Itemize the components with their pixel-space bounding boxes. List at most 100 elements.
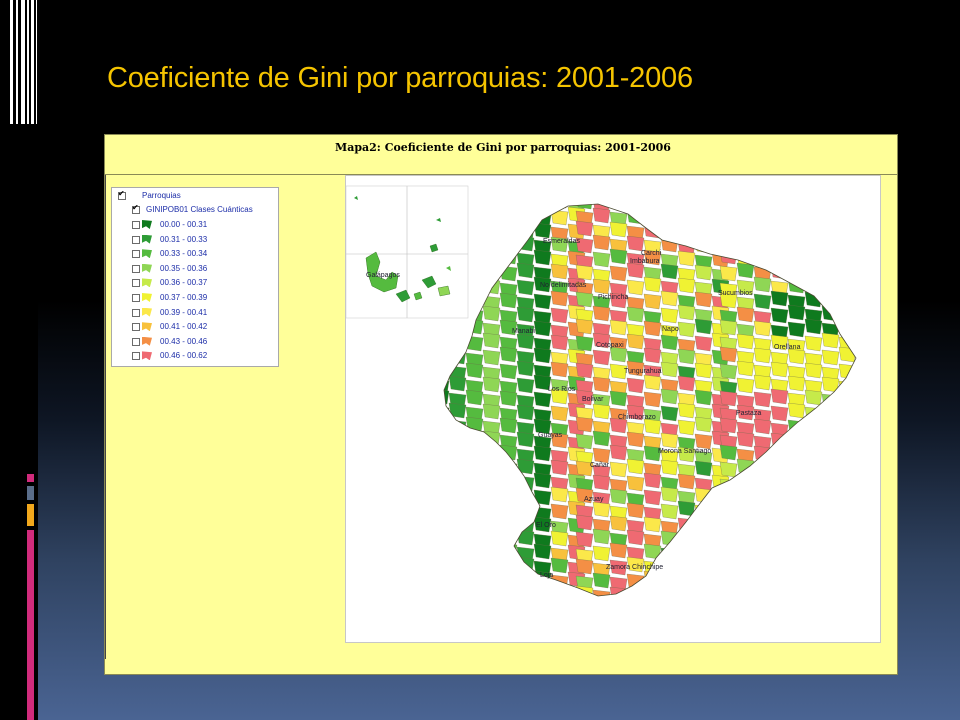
parish-polygon[interactable] <box>448 419 467 436</box>
parish-polygon[interactable] <box>838 248 856 265</box>
parish-polygon[interactable] <box>855 262 873 279</box>
parish-polygon[interactable] <box>677 206 696 223</box>
parish-polygon[interactable] <box>448 561 467 578</box>
parish-polygon[interactable] <box>804 389 823 406</box>
parish-polygon[interactable] <box>466 603 483 618</box>
parish-polygon[interactable] <box>787 517 806 534</box>
parish-polygon[interactable] <box>694 318 713 335</box>
parish-polygon[interactable] <box>694 558 713 575</box>
parish-polygon[interactable] <box>711 198 730 214</box>
parish-polygon[interactable] <box>770 226 789 243</box>
parish-polygon[interactable] <box>533 347 552 364</box>
parish-polygon[interactable] <box>643 276 662 293</box>
parish-polygon[interactable] <box>626 458 645 475</box>
parish-polygon[interactable] <box>432 334 450 351</box>
parish-polygon[interactable] <box>482 447 501 464</box>
parish-polygon[interactable] <box>660 388 679 405</box>
parish-polygon[interactable] <box>694 291 713 308</box>
parish-polygon[interactable] <box>465 575 484 592</box>
parish-polygon[interactable] <box>643 489 662 506</box>
parish-polygon[interactable] <box>609 221 628 238</box>
parish-polygon[interactable] <box>533 293 552 310</box>
parish-polygon[interactable] <box>711 234 730 251</box>
parish-polygon[interactable] <box>770 290 789 307</box>
parish-polygon[interactable] <box>736 546 755 563</box>
parish-polygon[interactable] <box>838 542 856 559</box>
parish-polygon[interactable] <box>448 446 467 463</box>
parish-polygon[interactable] <box>787 304 806 321</box>
parish-polygon[interactable] <box>821 251 840 268</box>
parish-polygon[interactable] <box>482 403 501 420</box>
parish-polygon[interactable] <box>660 209 679 226</box>
parish-polygon[interactable] <box>855 556 873 573</box>
parish-polygon[interactable] <box>567 588 586 604</box>
parish-polygon[interactable] <box>677 197 696 213</box>
parish-polygon[interactable] <box>550 584 569 600</box>
parish-polygon[interactable] <box>626 235 645 252</box>
parish-polygon[interactable] <box>736 519 755 536</box>
parish-polygon[interactable] <box>770 574 789 591</box>
parish-polygon[interactable] <box>753 249 772 266</box>
parish-polygon[interactable] <box>838 363 856 380</box>
parish-polygon[interactable] <box>516 306 535 323</box>
parish-polygon[interactable] <box>804 531 823 548</box>
parish-polygon[interactable] <box>499 576 518 593</box>
parish-polygon[interactable] <box>855 323 873 340</box>
parish-polygon[interactable] <box>838 282 856 299</box>
parish-polygon[interactable] <box>610 604 627 619</box>
parish-polygon[interactable] <box>838 488 856 505</box>
parish-polygon[interactable] <box>770 503 789 520</box>
parish-polygon[interactable] <box>482 332 501 349</box>
parish-polygon[interactable] <box>770 449 789 466</box>
parish-polygon[interactable] <box>787 419 806 436</box>
parish-polygon[interactable] <box>592 528 611 545</box>
parish-polygon[interactable] <box>499 444 518 461</box>
parish-polygon[interactable] <box>592 545 611 562</box>
parish-polygon[interactable] <box>694 487 713 504</box>
parish-polygon[interactable] <box>465 558 484 575</box>
parish-polygon[interactable] <box>592 234 611 251</box>
parish-polygon[interactable] <box>465 514 484 531</box>
parish-polygon[interactable] <box>482 305 501 322</box>
parish-polygon[interactable] <box>694 460 713 477</box>
parish-polygon[interactable] <box>804 362 823 379</box>
parish-polygon[interactable] <box>804 194 823 210</box>
parish-polygon[interactable] <box>660 405 679 422</box>
parish-polygon[interactable] <box>643 391 662 408</box>
parish-polygon[interactable] <box>736 529 755 546</box>
parish-polygon[interactable] <box>432 193 450 209</box>
parish-polygon[interactable] <box>787 500 806 517</box>
parish-polygon[interactable] <box>448 321 467 338</box>
parish-polygon[interactable] <box>482 376 501 393</box>
parish-polygon[interactable] <box>805 603 822 618</box>
parish-polygon[interactable] <box>736 333 755 350</box>
parish-polygon[interactable] <box>643 320 662 337</box>
parish-polygon[interactable] <box>736 235 755 252</box>
parish-polygon[interactable] <box>719 363 738 380</box>
parish-polygon[interactable] <box>753 445 772 462</box>
parish-polygon[interactable] <box>499 461 518 478</box>
parish-polygon[interactable] <box>643 347 662 364</box>
parish-polygon[interactable] <box>753 506 772 523</box>
parish-polygon[interactable] <box>787 473 806 490</box>
parish-polygon[interactable] <box>719 444 738 461</box>
parish-polygon[interactable] <box>626 306 645 323</box>
parish-polygon[interactable] <box>855 350 873 367</box>
parish-polygon[interactable] <box>719 195 738 211</box>
parish-polygon[interactable] <box>432 422 450 439</box>
parish-polygon[interactable] <box>626 279 645 296</box>
parish-polygon[interactable] <box>432 405 450 422</box>
parish-polygon[interactable] <box>787 267 806 284</box>
parish-polygon[interactable] <box>753 239 772 256</box>
parish-polygon[interactable] <box>660 226 679 243</box>
parish-polygon[interactable] <box>711 491 730 508</box>
parish-polygon[interactable] <box>448 375 467 392</box>
parish-polygon[interactable] <box>575 220 594 237</box>
parish-polygon[interactable] <box>719 346 738 363</box>
parish-polygon[interactable] <box>592 430 611 447</box>
parish-polygon[interactable] <box>787 436 806 453</box>
parish-polygon[interactable] <box>465 220 484 237</box>
parish-polygon[interactable] <box>576 603 593 618</box>
parish-polygon[interactable] <box>821 234 840 251</box>
parish-polygon[interactable] <box>677 419 696 436</box>
